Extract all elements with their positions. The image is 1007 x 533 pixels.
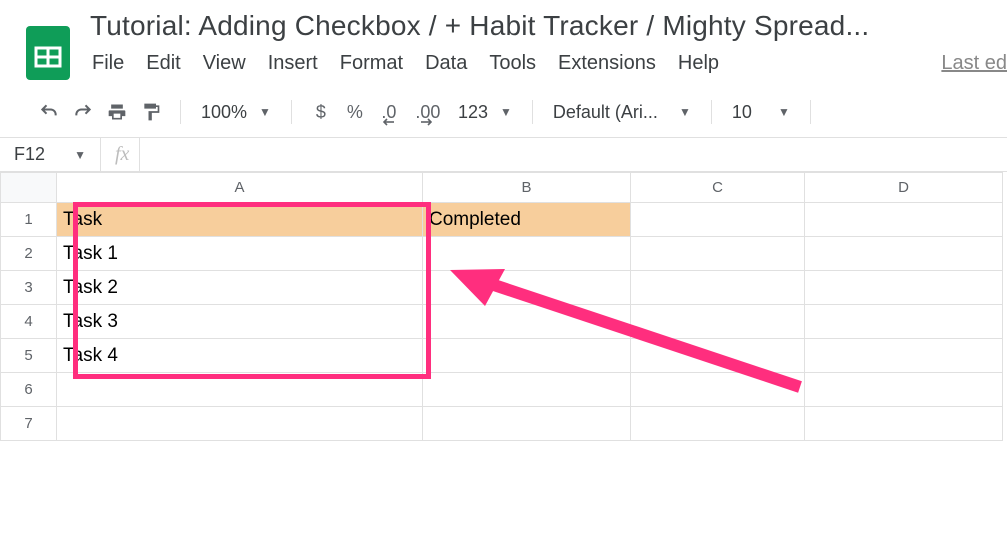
select-all-corner[interactable] (1, 173, 57, 203)
cell-D5[interactable] (805, 339, 1003, 373)
cell-C4[interactable] (631, 305, 805, 339)
row-header-1[interactable]: 1 (1, 203, 57, 237)
formula-bar: F12 ▼ fx (0, 138, 1007, 172)
fx-label: fx (100, 138, 139, 171)
row-header-7[interactable]: 7 (1, 407, 57, 441)
document-title[interactable]: Tutorial: Adding Checkbox / + Habit Trac… (90, 10, 1007, 42)
undo-button[interactable] (34, 97, 64, 127)
col-header-C[interactable]: C (631, 173, 805, 203)
cell-A3[interactable]: Task 2 (57, 271, 423, 305)
spreadsheet-grid[interactable]: A B C D 1 Task Completed 2 Task 1 3 Task… (0, 172, 1007, 441)
menu-data[interactable]: Data (425, 52, 467, 75)
font-name: Default (Ari... (553, 102, 658, 123)
print-button[interactable] (102, 97, 132, 127)
font-size-select[interactable]: 10 ▼ (726, 102, 796, 123)
cell-D3[interactable] (805, 271, 1003, 305)
name-box-value: F12 (14, 144, 45, 165)
menu-tools[interactable]: Tools (489, 52, 536, 75)
cell-A2[interactable]: Task 1 (57, 237, 423, 271)
cell-C1[interactable] (631, 203, 805, 237)
header: Tutorial: Adding Checkbox / + Habit Trac… (0, 0, 1007, 87)
toolbar-separator (532, 100, 533, 124)
paint-format-button[interactable] (136, 97, 166, 127)
col-header-D[interactable]: D (805, 173, 1003, 203)
cell-A5[interactable]: Task 4 (57, 339, 423, 373)
cell-B6[interactable] (423, 373, 631, 407)
cell-C5[interactable] (631, 339, 805, 373)
toolbar-separator (711, 100, 712, 124)
menu-help[interactable]: Help (678, 52, 719, 75)
row-header-5[interactable]: 5 (1, 339, 57, 373)
cell-B1[interactable]: Completed (423, 203, 631, 237)
number-format-select[interactable]: 123 ▼ (452, 102, 518, 123)
currency-button[interactable]: $ (306, 97, 336, 127)
cell-C2[interactable] (631, 237, 805, 271)
col-header-B[interactable]: B (423, 173, 631, 203)
toolbar-separator (180, 100, 181, 124)
menu-insert[interactable]: Insert (268, 52, 318, 75)
cell-D4[interactable] (805, 305, 1003, 339)
cell-D6[interactable] (805, 373, 1003, 407)
last-edit-link[interactable]: Last ed (941, 52, 1007, 75)
menu-file[interactable]: File (92, 52, 124, 75)
toolbar-separator (810, 100, 811, 124)
cell-D2[interactable] (805, 237, 1003, 271)
font-size-value: 10 (732, 102, 752, 123)
chevron-down-icon: ▼ (778, 105, 790, 119)
font-select[interactable]: Default (Ari... ▼ (547, 102, 697, 123)
sheets-logo-icon (24, 22, 72, 82)
cell-A4[interactable]: Task 3 (57, 305, 423, 339)
menu-view[interactable]: View (203, 52, 246, 75)
name-box[interactable]: F12 ▼ (0, 144, 100, 165)
cell-C6[interactable] (631, 373, 805, 407)
menu-extensions[interactable]: Extensions (558, 52, 656, 75)
cell-D7[interactable] (805, 407, 1003, 441)
cell-B2[interactable] (423, 237, 631, 271)
col-header-A[interactable]: A (57, 173, 423, 203)
toolbar: 100% ▼ $ % .0 .00 123 ▼ Default (Ari... … (0, 87, 1007, 138)
toolbar-separator (291, 100, 292, 124)
cell-A6[interactable] (57, 373, 423, 407)
menu-edit[interactable]: Edit (146, 52, 180, 75)
decrease-decimal-button[interactable]: .0 (374, 97, 404, 127)
cell-B5[interactable] (423, 339, 631, 373)
zoom-value: 100% (201, 102, 247, 123)
cell-B4[interactable] (423, 305, 631, 339)
zoom-select[interactable]: 100% ▼ (195, 102, 277, 123)
cell-D1[interactable] (805, 203, 1003, 237)
cell-B7[interactable] (423, 407, 631, 441)
formula-input[interactable] (139, 138, 1007, 171)
row-header-4[interactable]: 4 (1, 305, 57, 339)
chevron-down-icon: ▼ (500, 105, 512, 119)
cell-B3[interactable] (423, 271, 631, 305)
row-header-3[interactable]: 3 (1, 271, 57, 305)
chevron-down-icon: ▼ (679, 105, 691, 119)
chevron-down-icon: ▼ (259, 105, 271, 119)
row-header-2[interactable]: 2 (1, 237, 57, 271)
cell-A7[interactable] (57, 407, 423, 441)
percent-button[interactable]: % (340, 97, 370, 127)
row-header-6[interactable]: 6 (1, 373, 57, 407)
menu-format[interactable]: Format (340, 52, 403, 75)
redo-button[interactable] (68, 97, 98, 127)
menu-bar: File Edit View Insert Format Data Tools … (90, 42, 1007, 87)
chevron-down-icon: ▼ (74, 148, 86, 162)
cell-C7[interactable] (631, 407, 805, 441)
cell-A1[interactable]: Task (57, 203, 423, 237)
increase-decimal-button[interactable]: .00 (408, 97, 448, 127)
number-format-label: 123 (458, 102, 488, 123)
cell-C3[interactable] (631, 271, 805, 305)
